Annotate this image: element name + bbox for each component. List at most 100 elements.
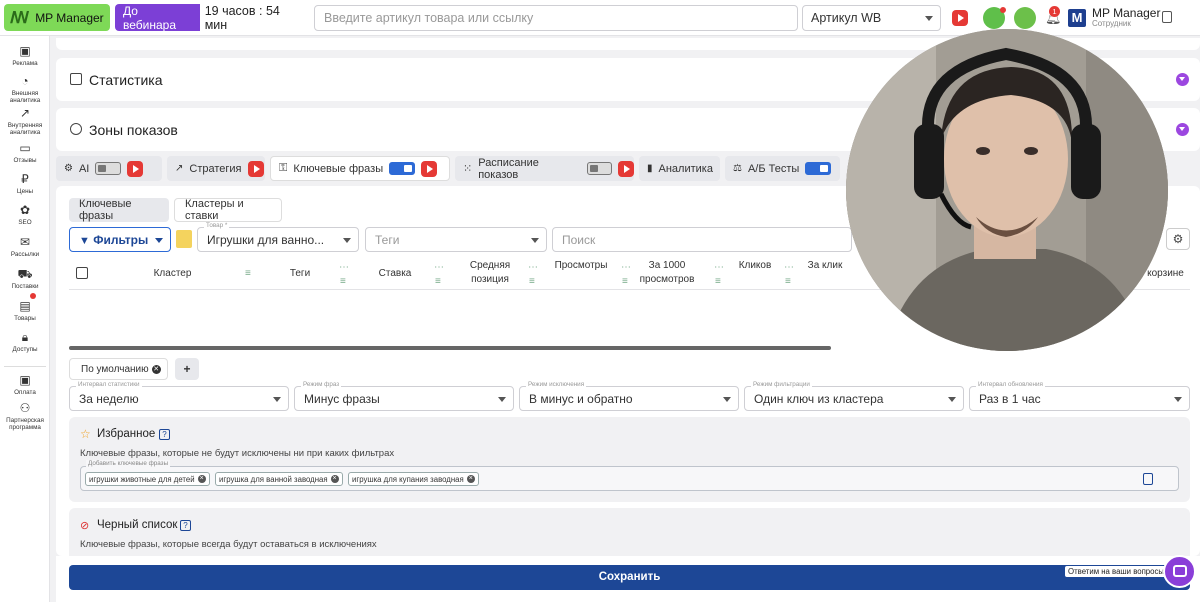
product-select[interactable]: Товар * Игрушки для ванно... [197,222,359,252]
account-role: Сотрудник [1092,19,1131,28]
seo-icon: ✿ [19,203,31,217]
column-menu-icon[interactable]: ⋯ [714,262,724,273]
update-interval-select[interactable]: Интервал обновления Раз в 1 час [969,381,1190,411]
sidebar-item-label: Оплата [14,389,36,396]
copy-icon[interactable] [1162,11,1172,23]
column-menu-icon[interactable]: ≡ [529,276,535,287]
schedule-toggle[interactable] [586,162,613,175]
gear-icon[interactable]: ⚙ [1166,228,1190,250]
account-name: MP Manager [1092,6,1161,20]
sidebar-item-supplies[interactable]: ⛟ Поставки [0,267,50,290]
filter-mode-select[interactable]: Режим фильтрации Один ключ из кластера [744,381,964,411]
column-menu-icon[interactable]: ≡ [435,276,441,287]
col-per-1000[interactable]: За 1000 просмотров [634,259,700,287]
tab-strategy[interactable]: ↗ Стратегия [167,156,265,181]
column-menu-icon[interactable]: ≡ [715,276,721,287]
chat-support-button[interactable] [1163,555,1196,588]
ai-toggle[interactable] [95,162,122,175]
close-icon[interactable]: × [466,475,475,483]
search-type-select[interactable]: Артикул WB [802,5,941,31]
account-menu[interactable]: M MP Manager Сотрудник [1068,6,1168,32]
column-menu-icon[interactable]: ≡ [245,268,251,279]
close-icon[interactable]: × [197,475,206,483]
tab-analytics[interactable]: ▮ Аналитика [639,156,720,181]
subtab-keywords[interactable]: Ключевые фразы [69,198,169,222]
mascot-icon[interactable] [1014,7,1036,29]
chevron-down-icon[interactable] [1176,123,1189,136]
favorites-description: Ключевые фразы, которые не будут исключе… [80,448,395,459]
keyword-chip[interactable]: игрушка для ванной заводная × [215,472,343,486]
column-menu-icon[interactable]: ≡ [340,276,346,287]
tab-ab-tests[interactable]: ⚖ А/Б Тесты [725,156,840,181]
ruble-icon: ₽ [21,172,29,186]
webinar-countdown[interactable]: До вебинара 19 часов : 54 мин [115,0,310,35]
help-icon[interactable]: ? [180,520,191,531]
youtube-icon[interactable] [952,10,968,26]
notification-badge: 1 [1049,6,1060,17]
col-clicks[interactable]: Кликов [730,259,780,273]
add-preset-button[interactable]: + [175,358,199,380]
sidebar-item-ads[interactable]: ▣ Реклама [0,44,50,67]
chevron-down-icon[interactable] [1176,73,1189,86]
tab-schedule[interactable]: ⁙ Расписание показов [455,156,634,181]
sidebar-item-internal-analytics[interactable]: ↗ Внутренняя аналитика [0,106,50,136]
sidebar-item-partners[interactable]: ⚇ Партнерская программа [0,401,50,431]
chevron-down-icon [155,238,163,243]
column-menu-icon[interactable]: ⋯ [621,262,631,273]
youtube-icon[interactable] [421,160,438,177]
col-per-click[interactable]: За клик [800,259,850,273]
horizontal-scrollbar[interactable] [69,346,831,350]
app-logo[interactable]: ꟿ MP Manager [4,4,110,31]
youtube-icon[interactable] [127,160,144,177]
tags-select[interactable]: Теги [365,227,547,252]
preset-default[interactable]: По умолчанию ✕ [69,358,168,380]
save-button[interactable]: Сохранить [69,565,1190,590]
column-menu-icon[interactable]: ≡ [785,276,791,287]
product-search-input[interactable]: Введите артикул товара или ссылку [314,5,798,31]
phrase-mode-select[interactable]: Режим фраз Минус фразы [294,381,514,411]
table-search-input[interactable]: Поиск [552,227,852,252]
field-label: Режим фильтрации [751,381,812,388]
keyword-chip[interactable]: игрушки животные для детей × [85,472,210,486]
stats-interval-select[interactable]: Интервал статистики За неделю [69,381,289,411]
col-cart[interactable]: корзине [1143,267,1188,281]
sidebar-item-access[interactable]: 🔒︎ Доступы [0,330,50,353]
close-icon[interactable]: × [330,475,339,483]
sidebar-item-external-analytics[interactable]: ◔ Внешняя аналитика [0,74,50,104]
sidebar-item-reviews[interactable]: ▭ Отзывы [0,141,50,164]
sidebar-item-payment[interactable]: ▣ Оплата [0,373,50,396]
tab-keywords[interactable]: ⚿ Ключевые фразы [270,156,450,181]
col-cluster[interactable]: Кластер [125,267,220,281]
keyword-chip[interactable]: игрушка для купания заводная × [348,472,479,486]
subtab-clusters[interactable]: Кластеры и ставки [174,198,282,222]
help-icon[interactable]: ? [159,429,170,440]
filters-button[interactable]: ▼ Фильтры [69,227,171,252]
copy-icon[interactable] [1143,473,1153,485]
sidebar-divider [4,366,46,367]
col-tags[interactable]: Теги [270,267,330,281]
close-icon[interactable]: ✕ [151,364,161,374]
exclusion-mode-select[interactable]: Режим исключения В минус и обратно [519,381,739,411]
tab-ai[interactable]: ⚙ AI [56,156,162,181]
col-avg-position[interactable]: Средняя позиция [460,259,520,287]
chevron-down-icon [531,238,539,243]
keywords-toggle[interactable] [389,162,416,175]
youtube-icon[interactable] [247,160,264,177]
chevron-down-icon [1174,397,1182,402]
col-bid[interactable]: Ставка [365,267,425,281]
sidebar-item-prices[interactable]: ₽ Цены [0,172,50,195]
column-menu-icon[interactable]: ⋯ [339,262,349,273]
sidebar-item-products[interactable]: ▤ Товары [0,299,50,322]
column-menu-icon[interactable]: ⋯ [528,262,538,273]
select-all-checkbox[interactable] [76,267,88,279]
column-menu-icon[interactable]: ⋯ [784,262,794,273]
favorites-input-label: Добавить ключевые фразы [86,460,171,467]
sidebar-item-seo[interactable]: ✿ SEO [0,203,50,226]
column-menu-icon[interactable]: ⋯ [434,262,444,273]
ab-tests-toggle[interactable] [805,162,832,175]
statistics-icon [70,73,82,85]
youtube-icon[interactable] [618,160,634,177]
sidebar-item-mailings[interactable]: ✉ Рассылки [0,235,50,258]
column-menu-icon[interactable]: ≡ [622,276,628,287]
col-views[interactable]: Просмотры [549,259,613,273]
